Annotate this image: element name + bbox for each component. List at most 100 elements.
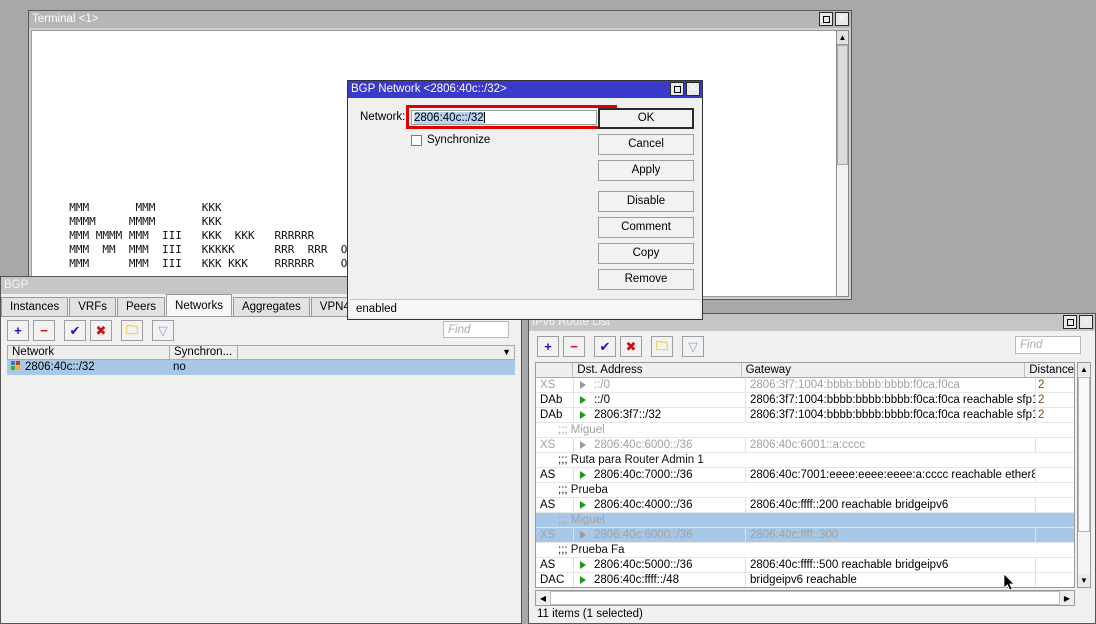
column-header-distance[interactable]: Distance — [1025, 363, 1074, 377]
network-label: Network: — [360, 109, 405, 125]
column-header-synchronize[interactable]: Synchron... — [170, 346, 238, 359]
enable-button[interactable]: ✔ — [594, 336, 616, 357]
comment-button[interactable]: Comment — [598, 217, 694, 238]
scrollbar-thumb-horizontal[interactable] — [550, 591, 1060, 605]
table-row[interactable]: DAb2806:3f7::/322806:3f7:1004:bbbb:bbbb:… — [536, 408, 1074, 423]
terminal-scrollbar[interactable]: ▲ — [836, 30, 849, 297]
disable-button[interactable]: ✖ — [90, 320, 112, 341]
cancel-button[interactable]: Cancel — [598, 134, 694, 155]
filter-button[interactable]: ▽ — [682, 336, 704, 357]
comment-icon: 🗀 — [126, 324, 138, 337]
cell-dst-address: 2806:40c:4000::/36 — [574, 498, 746, 512]
tab-instances[interactable]: Instances — [1, 297, 68, 316]
remove-button[interactable]: − — [563, 336, 585, 357]
comment-button[interactable]: 🗀 — [121, 320, 143, 341]
comment-row[interactable]: ;;; Prueba Fa — [536, 543, 1074, 558]
route-active-arrow-icon — [580, 501, 586, 509]
remove-button[interactable]: Remove — [598, 269, 694, 290]
synchronize-row[interactable]: Synchronize — [411, 133, 490, 147]
add-button[interactable]: + — [7, 320, 29, 341]
table-row[interactable]: AS2806:40c:7000::/362806:40c:7001:eeee:e… — [536, 468, 1074, 483]
cell-distance — [1036, 438, 1074, 452]
terminal-window-buttons: ✕ — [819, 12, 849, 26]
tab-peers[interactable]: Peers — [117, 297, 165, 316]
table-row[interactable]: DAC2806:40c:ffff::/48bridgeipv6 reachabl… — [536, 573, 1074, 588]
table-row[interactable]: XS2806:40c:6000::/362806:40c:ffff::300 — [536, 528, 1074, 543]
cell-dst-address-text: 2806:40c:6000::/36 — [594, 529, 692, 541]
table-row[interactable]: XS2806:40c:6000::/362806:40c:6001::a:ccc… — [536, 438, 1074, 453]
scroll-up-icon[interactable]: ▲ — [837, 31, 848, 45]
disable-icon: ✖ — [626, 340, 637, 353]
cell-gateway: 2806:40c:ffff::200 reachable bridgeipv6 — [746, 498, 1036, 512]
ok-button[interactable]: OK — [598, 108, 694, 129]
synchronize-checkbox[interactable] — [411, 135, 422, 146]
route-active-arrow-icon — [580, 531, 586, 539]
scrollbar-thumb[interactable] — [837, 45, 848, 165]
cell-dst-address-text: ::/0 — [594, 379, 610, 391]
tab-vrfs[interactable]: VRFs — [69, 297, 116, 316]
dialog-buttons[interactable]: OK Cancel Apply Disable Comment Copy Remove — [598, 108, 694, 295]
scroll-left-icon[interactable]: ◀ — [536, 591, 550, 605]
comment-row[interactable]: ;;; Miguel — [536, 423, 1074, 438]
remove-button[interactable]: − — [33, 320, 55, 341]
cell-dst-address: 2806:3f7::/32 — [574, 408, 746, 422]
table-row[interactable]: DAb::/02806:3f7:1004:bbbb:bbbb:bbbb:f0ca… — [536, 393, 1074, 408]
bgp-find-input[interactable]: Find — [443, 321, 509, 338]
disable-button[interactable]: ✖ — [620, 336, 642, 357]
maximize-icon[interactable] — [819, 12, 833, 26]
tab-aggregates[interactable]: Aggregates — [233, 297, 310, 316]
copy-button[interactable]: Copy — [598, 243, 694, 264]
bgp-network-dialog[interactable]: BGP Network <2806:40c::/32> ✕ Network: 2… — [347, 80, 703, 320]
routes-horizontal-scrollbar[interactable]: ◀ ▶ — [535, 590, 1075, 606]
close-icon[interactable]: ✕ — [686, 82, 700, 96]
cell-dst-address-text: ::/0 — [594, 394, 610, 406]
cell-dst-address-text: 2806:40c:7000::/36 — [594, 469, 692, 481]
scroll-up-icon[interactable]: ▲ — [1078, 363, 1090, 376]
routes-find-input[interactable]: Find — [1015, 336, 1081, 354]
routes-vertical-scrollbar[interactable]: ▲ ▼ — [1077, 362, 1091, 588]
column-header-gateway[interactable]: Gateway — [742, 363, 1026, 377]
table-row[interactable]: XS::/02806:3f7:1004:bbbb:bbbb:bbbb:f0ca:… — [536, 378, 1074, 393]
column-header-dst-address[interactable]: Dst. Address — [573, 363, 741, 377]
ipv6-route-list-window[interactable]: IPv6 Route List ✕ +−✔✖🗀▽ Find Dst. Addre… — [528, 313, 1096, 624]
routes-grid[interactable]: Dst. Address Gateway Distance XS::/02806… — [535, 362, 1075, 588]
bgp-grid-header[interactable]: Network Synchron... ▼ — [7, 345, 515, 360]
scroll-right-icon[interactable]: ▶ — [1060, 591, 1074, 605]
comment-row[interactable]: ;;; Ruta para Router Admin 1 — [536, 453, 1074, 468]
cell-distance: 2 — [1036, 378, 1074, 392]
cell-gateway: 2806:3f7:1004:bbbb:bbbb:bbbb:f0ca:f0ca r… — [746, 393, 1036, 407]
cell-distance — [1036, 528, 1074, 542]
apply-button[interactable]: Apply — [598, 160, 694, 181]
close-icon[interactable]: ✕ — [1079, 315, 1093, 329]
network-input[interactable]: 2806:40c::/32 — [411, 110, 597, 125]
terminal-titlebar[interactable]: Terminal <1> ✕ — [29, 11, 851, 28]
routes-toolbar[interactable]: +−✔ ✖ 🗀 ▽ — [529, 332, 1095, 360]
table-row[interactable]: 2806:40c::/32 no — [7, 360, 515, 375]
bgp-window[interactable]: BGP InstancesVRFsPeersNetworksAggregates… — [0, 276, 522, 624]
dialog-window-buttons: ✕ — [670, 82, 700, 96]
column-header-network[interactable]: Network — [8, 346, 170, 359]
disable-button[interactable]: Disable — [598, 191, 694, 212]
network-entry-icon — [11, 361, 22, 372]
cell-dst-address-text: 2806:40c:5000::/36 — [594, 559, 692, 571]
table-row[interactable]: AS2806:40c:4000::/362806:40c:ffff::200 r… — [536, 498, 1074, 513]
close-icon[interactable]: ✕ — [835, 12, 849, 26]
routes-grid-header[interactable]: Dst. Address Gateway Distance — [536, 363, 1074, 378]
comment-row[interactable]: ;;; Miguel — [536, 513, 1074, 528]
cell-distance — [1036, 468, 1074, 482]
comment-row[interactable]: ;;; Prueba — [536, 483, 1074, 498]
dialog-status-bar: enabled — [350, 299, 700, 317]
maximize-icon[interactable] — [1063, 315, 1077, 329]
scrollbar-thumb[interactable] — [1078, 377, 1090, 532]
table-row[interactable]: AS2806:40c:5000::/362806:40c:ffff::500 r… — [536, 558, 1074, 573]
scroll-down-icon[interactable]: ▼ — [1078, 574, 1090, 587]
dialog-titlebar[interactable]: BGP Network <2806:40c::/32> ✕ — [348, 81, 702, 98]
tab-networks[interactable]: Networks — [166, 294, 232, 316]
filter-button[interactable]: ▽ — [152, 320, 174, 341]
comment-button[interactable]: 🗀 — [651, 336, 673, 357]
cell-dst-address: 2806:40c:7000::/36 — [574, 468, 746, 482]
enable-button[interactable]: ✔ — [64, 320, 86, 341]
maximize-icon[interactable] — [670, 82, 684, 96]
add-button[interactable]: + — [537, 336, 559, 357]
column-header-flags[interactable] — [536, 363, 573, 377]
